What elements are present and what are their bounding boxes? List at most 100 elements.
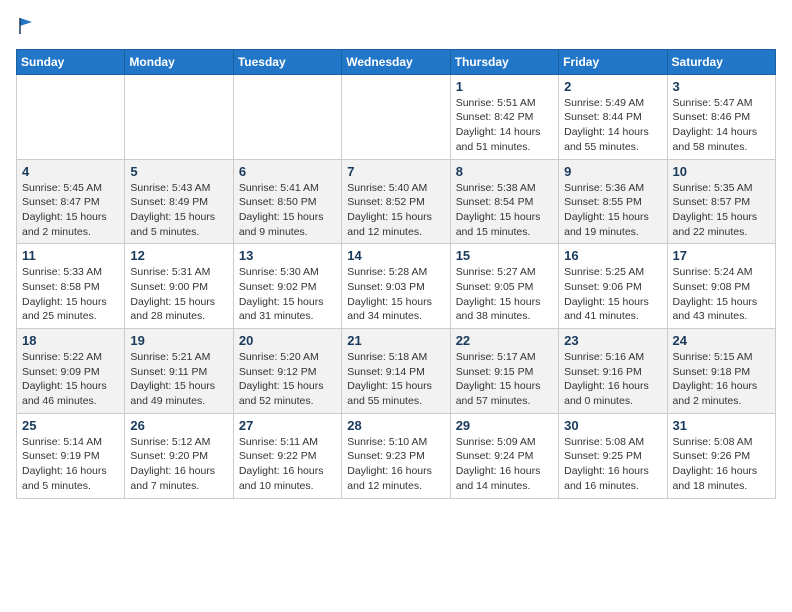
calendar-cell: 15 Sunrise: 5:27 AM Sunset: 9:05 PM Dayli… — [450, 244, 558, 329]
day-number: 10 — [673, 164, 770, 179]
day-number: 11 — [22, 248, 119, 263]
calendar-week-5: 25 Sunrise: 5:14 AM Sunset: 9:19 PM Dayli… — [17, 413, 776, 498]
day-number: 31 — [673, 418, 770, 433]
cell-content: Sunrise: 5:31 AM Sunset: 9:00 PM Dayligh… — [130, 265, 227, 324]
weekday-header-monday: Monday — [125, 49, 233, 74]
day-number: 4 — [22, 164, 119, 179]
calendar-cell: 21 Sunrise: 5:18 AM Sunset: 9:14 PM Dayli… — [342, 329, 450, 414]
day-number: 12 — [130, 248, 227, 263]
calendar-cell: 22 Sunrise: 5:17 AM Sunset: 9:15 PM Dayli… — [450, 329, 558, 414]
cell-content: Sunrise: 5:40 AM Sunset: 8:52 PM Dayligh… — [347, 181, 444, 240]
calendar-cell: 6 Sunrise: 5:41 AM Sunset: 8:50 PM Daylig… — [233, 159, 341, 244]
calendar-cell: 24 Sunrise: 5:15 AM Sunset: 9:18 PM Dayli… — [667, 329, 775, 414]
cell-content: Sunrise: 5:27 AM Sunset: 9:05 PM Dayligh… — [456, 265, 553, 324]
cell-content: Sunrise: 5:45 AM Sunset: 8:47 PM Dayligh… — [22, 181, 119, 240]
day-number: 13 — [239, 248, 336, 263]
cell-content: Sunrise: 5:41 AM Sunset: 8:50 PM Dayligh… — [239, 181, 336, 240]
day-number: 18 — [22, 333, 119, 348]
calendar-cell: 30 Sunrise: 5:08 AM Sunset: 9:25 PM Dayli… — [559, 413, 667, 498]
cell-content: Sunrise: 5:18 AM Sunset: 9:14 PM Dayligh… — [347, 350, 444, 409]
day-number: 1 — [456, 79, 553, 94]
calendar-cell: 17 Sunrise: 5:24 AM Sunset: 9:08 PM Dayli… — [667, 244, 775, 329]
day-number: 8 — [456, 164, 553, 179]
weekday-header-saturday: Saturday — [667, 49, 775, 74]
day-number: 3 — [673, 79, 770, 94]
calendar-cell: 3 Sunrise: 5:47 AM Sunset: 8:46 PM Daylig… — [667, 74, 775, 159]
cell-content: Sunrise: 5:25 AM Sunset: 9:06 PM Dayligh… — [564, 265, 661, 324]
calendar-cell: 19 Sunrise: 5:21 AM Sunset: 9:11 PM Dayli… — [125, 329, 233, 414]
cell-content: Sunrise: 5:17 AM Sunset: 9:15 PM Dayligh… — [456, 350, 553, 409]
calendar-cell: 18 Sunrise: 5:22 AM Sunset: 9:09 PM Dayli… — [17, 329, 125, 414]
cell-content: Sunrise: 5:43 AM Sunset: 8:49 PM Dayligh… — [130, 181, 227, 240]
cell-content: Sunrise: 5:14 AM Sunset: 9:19 PM Dayligh… — [22, 435, 119, 494]
day-number: 24 — [673, 333, 770, 348]
day-number: 30 — [564, 418, 661, 433]
calendar-cell: 31 Sunrise: 5:08 AM Sunset: 9:26 PM Dayli… — [667, 413, 775, 498]
calendar-cell: 13 Sunrise: 5:30 AM Sunset: 9:02 PM Dayli… — [233, 244, 341, 329]
day-number: 15 — [456, 248, 553, 263]
cell-content: Sunrise: 5:12 AM Sunset: 9:20 PM Dayligh… — [130, 435, 227, 494]
calendar-cell: 16 Sunrise: 5:25 AM Sunset: 9:06 PM Dayli… — [559, 244, 667, 329]
day-number: 23 — [564, 333, 661, 348]
cell-content: Sunrise: 5:24 AM Sunset: 9:08 PM Dayligh… — [673, 265, 770, 324]
weekday-header-row: SundayMondayTuesdayWednesdayThursdayFrid… — [17, 49, 776, 74]
cell-content: Sunrise: 5:10 AM Sunset: 9:23 PM Dayligh… — [347, 435, 444, 494]
cell-content: Sunrise: 5:51 AM Sunset: 8:42 PM Dayligh… — [456, 96, 553, 155]
cell-content: Sunrise: 5:47 AM Sunset: 8:46 PM Dayligh… — [673, 96, 770, 155]
cell-content: Sunrise: 5:16 AM Sunset: 9:16 PM Dayligh… — [564, 350, 661, 409]
calendar-cell: 14 Sunrise: 5:28 AM Sunset: 9:03 PM Dayli… — [342, 244, 450, 329]
calendar-cell: 1 Sunrise: 5:51 AM Sunset: 8:42 PM Daylig… — [450, 74, 558, 159]
cell-content: Sunrise: 5:11 AM Sunset: 9:22 PM Dayligh… — [239, 435, 336, 494]
weekday-header-tuesday: Tuesday — [233, 49, 341, 74]
calendar-cell: 23 Sunrise: 5:16 AM Sunset: 9:16 PM Dayli… — [559, 329, 667, 414]
calendar-cell: 7Sunrise: 5:40 AM Sunset: 8:52 PM Daylig… — [342, 159, 450, 244]
day-number: 21 — [347, 333, 444, 348]
calendar-cell: 25 Sunrise: 5:14 AM Sunset: 9:19 PM Dayli… — [17, 413, 125, 498]
weekday-header-sunday: Sunday — [17, 49, 125, 74]
day-number: 27 — [239, 418, 336, 433]
cell-content: Sunrise: 5:36 AM Sunset: 8:55 PM Dayligh… — [564, 181, 661, 240]
calendar-cell: 29Sunrise: 5:09 AM Sunset: 9:24 PM Dayli… — [450, 413, 558, 498]
calendar-table: SundayMondayTuesdayWednesdayThursdayFrid… — [16, 49, 776, 499]
cell-content: Sunrise: 5:38 AM Sunset: 8:54 PM Dayligh… — [456, 181, 553, 240]
cell-content: Sunrise: 5:30 AM Sunset: 9:02 PM Dayligh… — [239, 265, 336, 324]
weekday-header-friday: Friday — [559, 49, 667, 74]
calendar-cell: 2Sunrise: 5:49 AM Sunset: 8:44 PM Daylig… — [559, 74, 667, 159]
day-number: 17 — [673, 248, 770, 263]
day-number: 25 — [22, 418, 119, 433]
day-number: 22 — [456, 333, 553, 348]
calendar-cell: 28 Sunrise: 5:10 AM Sunset: 9:23 PM Dayli… — [342, 413, 450, 498]
day-number: 6 — [239, 164, 336, 179]
cell-content: Sunrise: 5:21 AM Sunset: 9:11 PM Dayligh… — [130, 350, 227, 409]
calendar-cell: 5Sunrise: 5:43 AM Sunset: 8:49 PM Daylig… — [125, 159, 233, 244]
calendar-cell — [17, 74, 125, 159]
cell-content: Sunrise: 5:22 AM Sunset: 9:09 PM Dayligh… — [22, 350, 119, 409]
calendar-cell: 12 Sunrise: 5:31 AM Sunset: 9:00 PM Dayli… — [125, 244, 233, 329]
day-number: 16 — [564, 248, 661, 263]
calendar-cell: 4 Sunrise: 5:45 AM Sunset: 8:47 PM Daylig… — [17, 159, 125, 244]
calendar-cell: 27 Sunrise: 5:11 AM Sunset: 9:22 PM Dayli… — [233, 413, 341, 498]
day-number: 9 — [564, 164, 661, 179]
day-number: 28 — [347, 418, 444, 433]
calendar-week-4: 18 Sunrise: 5:22 AM Sunset: 9:09 PM Dayli… — [17, 329, 776, 414]
cell-content: Sunrise: 5:49 AM Sunset: 8:44 PM Dayligh… — [564, 96, 661, 155]
calendar-cell: 10Sunrise: 5:35 AM Sunset: 8:57 PM Dayli… — [667, 159, 775, 244]
logo — [16, 16, 38, 41]
calendar-cell: 26Sunrise: 5:12 AM Sunset: 9:20 PM Dayli… — [125, 413, 233, 498]
day-number: 19 — [130, 333, 227, 348]
calendar-cell: 11 Sunrise: 5:33 AM Sunset: 8:58 PM Dayli… — [17, 244, 125, 329]
cell-content: Sunrise: 5:08 AM Sunset: 9:25 PM Dayligh… — [564, 435, 661, 494]
day-number: 20 — [239, 333, 336, 348]
cell-content: Sunrise: 5:08 AM Sunset: 9:26 PM Dayligh… — [673, 435, 770, 494]
cell-content: Sunrise: 5:15 AM Sunset: 9:18 PM Dayligh… — [673, 350, 770, 409]
calendar-week-3: 11 Sunrise: 5:33 AM Sunset: 8:58 PM Dayli… — [17, 244, 776, 329]
weekday-header-thursday: Thursday — [450, 49, 558, 74]
calendar-cell — [233, 74, 341, 159]
calendar-cell — [125, 74, 233, 159]
calendar-week-2: 4 Sunrise: 5:45 AM Sunset: 8:47 PM Daylig… — [17, 159, 776, 244]
calendar-cell — [342, 74, 450, 159]
weekday-header-wednesday: Wednesday — [342, 49, 450, 74]
cell-content: Sunrise: 5:28 AM Sunset: 9:03 PM Dayligh… — [347, 265, 444, 324]
cell-content: Sunrise: 5:33 AM Sunset: 8:58 PM Dayligh… — [22, 265, 119, 324]
day-number: 14 — [347, 248, 444, 263]
